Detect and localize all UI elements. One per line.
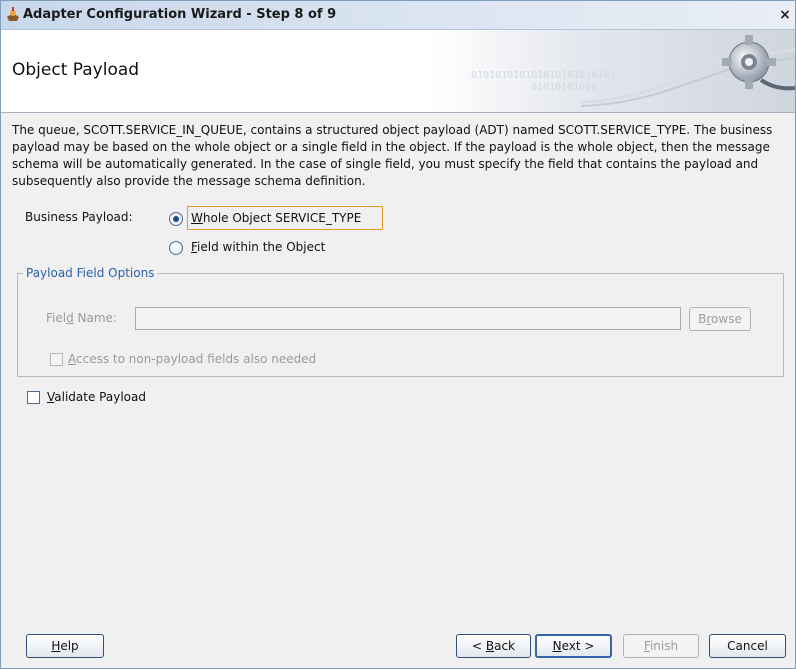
field-within-object-option-label[interactable]: Field within the Object bbox=[191, 240, 325, 254]
validate-payload-label[interactable]: Validate Payload bbox=[47, 390, 146, 404]
next-button[interactable]: Next > bbox=[535, 634, 612, 658]
help-button[interactable]: Help bbox=[26, 634, 104, 658]
radio-selected-dot bbox=[173, 216, 179, 222]
whole-object-radio[interactable] bbox=[169, 212, 183, 226]
browse-button[interactable]: Browse bbox=[689, 307, 751, 331]
svg-text:010101010101010101010101: 010101010101010101010101 bbox=[471, 70, 616, 81]
close-icon[interactable]: × bbox=[775, 7, 795, 24]
gear-cable-icon: 010101010101010101010101 01010101010 bbox=[431, 30, 795, 112]
field-name-label: Field Name: bbox=[46, 311, 117, 325]
cancel-button[interactable]: Cancel bbox=[709, 634, 786, 658]
access-non-payload-checkbox[interactable] bbox=[50, 353, 63, 366]
back-button[interactable]: < Back bbox=[456, 634, 531, 658]
wizard-window: Adapter Configuration Wizard - Step 8 of… bbox=[0, 0, 796, 669]
title-bar[interactable]: Adapter Configuration Wizard - Step 8 of… bbox=[1, 1, 795, 30]
business-payload-label: Business Payload: bbox=[25, 210, 133, 224]
page-title: Object Payload bbox=[12, 60, 140, 80]
svg-text:01010101010: 01010101010 bbox=[531, 82, 597, 93]
finish-button[interactable]: Finish bbox=[623, 634, 699, 658]
description-text: The queue, SCOTT.SERVICE_IN_QUEUE, conta… bbox=[12, 123, 773, 188]
app-icon bbox=[7, 7, 19, 21]
access-non-payload-label[interactable]: Access to non-payload fields also needed bbox=[68, 352, 316, 366]
field-within-object-radio[interactable] bbox=[169, 241, 183, 255]
whole-object-option-label[interactable]: Whole Object SERVICE_TYPE bbox=[191, 211, 361, 225]
payload-field-options-legend: Payload Field Options bbox=[23, 266, 158, 280]
window-title: Adapter Configuration Wizard - Step 8 of… bbox=[23, 7, 337, 22]
page-header: Object Payload 010101010101010101010101 … bbox=[1, 30, 795, 113]
field-name-input[interactable] bbox=[135, 307, 681, 330]
validate-payload-checkbox[interactable] bbox=[27, 391, 40, 404]
